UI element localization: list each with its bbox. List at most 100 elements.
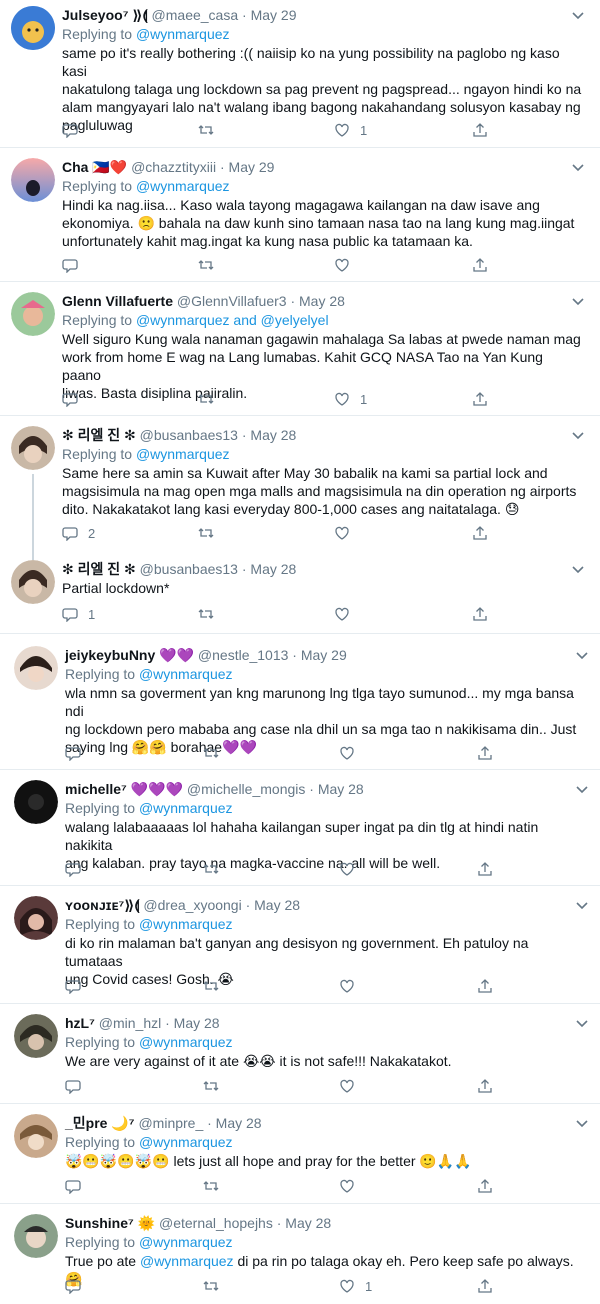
retweet-button[interactable] — [203, 1177, 219, 1195]
like-button[interactable] — [339, 744, 365, 762]
avatar[interactable] — [11, 560, 55, 604]
like-button[interactable] — [334, 256, 360, 274]
retweet-button[interactable] — [198, 390, 214, 408]
display-name[interactable]: Julseyoo⁷ ⟫⟬ — [62, 7, 148, 23]
share-button[interactable] — [477, 1277, 493, 1295]
handle-date[interactable]: @michelle_mongis · May 28 — [187, 781, 364, 797]
handle-date[interactable]: @eternal_hopejhs · May 28 — [159, 1215, 331, 1231]
retweet-button[interactable] — [203, 1077, 219, 1095]
reply-button[interactable] — [65, 860, 91, 878]
reply-button[interactable] — [62, 121, 88, 139]
tweet[interactable]: Glenn Villafuerte @GlennVillafuer3 · May… — [0, 282, 600, 416]
display-name[interactable]: Sunshine⁷ 🌞 — [65, 1215, 155, 1231]
avatar[interactable] — [14, 1114, 58, 1158]
handle-date[interactable]: @busanbaes13 · May 28 — [140, 427, 297, 443]
handle-date[interactable]: @minpre_ · May 28 — [138, 1115, 261, 1131]
share-button[interactable] — [472, 390, 488, 408]
chevron-down-icon[interactable] — [575, 1016, 589, 1030]
reply-button[interactable]: 1 — [62, 605, 95, 623]
retweet-button[interactable] — [198, 256, 214, 274]
reply-mention[interactable]: @wynmarquez — [139, 916, 233, 932]
tweet[interactable]: Cha 🇵🇭❤️ @chazztityxiii · May 29 Replyin… — [0, 148, 600, 282]
handle-date[interactable]: @maee_casa · May 29 — [152, 7, 297, 23]
share-button[interactable] — [472, 524, 488, 542]
share-button[interactable] — [477, 1077, 493, 1095]
reply-button[interactable] — [65, 1077, 91, 1095]
retweet-button[interactable] — [198, 605, 214, 623]
display-name[interactable]: Cha 🇵🇭❤️ — [62, 159, 127, 175]
chevron-down-icon[interactable] — [571, 8, 585, 22]
reply-mention[interactable]: @wynmarquez — [139, 666, 233, 682]
reply-button[interactable] — [65, 744, 91, 762]
display-name[interactable]: ✻ 리엘 진 ✻ — [62, 561, 136, 577]
avatar[interactable] — [14, 646, 58, 690]
reply-button[interactable] — [65, 1177, 91, 1195]
chevron-down-icon[interactable] — [571, 428, 585, 442]
display-name[interactable]: _민pre 🌙⁷ — [65, 1115, 135, 1131]
retweet-button[interactable] — [198, 524, 214, 542]
reply-button[interactable]: 2 — [62, 524, 95, 542]
reply-mention[interactable]: @wynmarquez — [139, 1034, 233, 1050]
tweet[interactable]: jeiykeybuNny 💜💜 @nestle_1013 · May 29 Re… — [0, 634, 600, 770]
chevron-down-icon[interactable] — [575, 648, 589, 662]
like-button[interactable]: 1 — [339, 1277, 372, 1295]
tweet[interactable]: Sunshine⁷ 🌞 @eternal_hopejhs · May 28 Re… — [0, 1204, 600, 1304]
chevron-down-icon[interactable] — [571, 160, 585, 174]
reply-button[interactable] — [62, 256, 88, 274]
reply-mention[interactable]: @wynmarquez — [139, 1234, 233, 1250]
handle-date[interactable]: @min_hzl · May 28 — [99, 1015, 220, 1031]
share-button[interactable] — [477, 977, 493, 995]
like-button[interactable]: 1 — [334, 121, 367, 139]
handle-date[interactable]: @GlennVillafuer3 · May 28 — [177, 293, 345, 309]
chevron-down-icon[interactable] — [575, 782, 589, 796]
like-button[interactable] — [339, 1077, 365, 1095]
reply-button[interactable] — [65, 1277, 91, 1295]
reply-mention[interactable]: @wynmarquez and @yelyelyel — [136, 312, 329, 328]
tweet[interactable]: _민pre 🌙⁷ @minpre_ · May 28 Replying to @… — [0, 1104, 600, 1204]
handle-date[interactable]: @nestle_1013 · May 29 — [198, 647, 347, 663]
retweet-button[interactable] — [203, 860, 219, 878]
reply-mention[interactable]: @wynmarquez — [139, 800, 233, 816]
like-button[interactable] — [339, 977, 365, 995]
like-button[interactable] — [339, 860, 365, 878]
display-name[interactable]: jeiykeybuNny 💜💜 — [65, 647, 194, 663]
display-name[interactable]: ✻ 리엘 진 ✻ — [62, 427, 136, 443]
tweet[interactable]: ʏᴏᴏɴᴊɪᴇ⁷⟫⟬ @drea_xyoongi · May 28 Replyi… — [0, 886, 600, 1004]
display-name[interactable]: ʏᴏᴏɴᴊɪᴇ⁷⟫⟬ — [65, 897, 140, 913]
retweet-button[interactable] — [198, 121, 214, 139]
handle-date[interactable]: @drea_xyoongi · May 28 — [143, 897, 300, 913]
display-name[interactable]: Glenn Villafuerte — [62, 293, 173, 309]
chevron-down-icon[interactable] — [575, 898, 589, 912]
avatar[interactable] — [14, 1214, 58, 1258]
share-button[interactable] — [472, 605, 488, 623]
reply-mention[interactable]: @wynmarquez — [136, 178, 230, 194]
share-button[interactable] — [472, 256, 488, 274]
chevron-down-icon[interactable] — [575, 1116, 589, 1130]
tweet[interactable]: ✻ 리엘 진 ✻ @busanbaes13 · May 28 Partial l… — [0, 550, 600, 634]
chevron-down-icon[interactable] — [571, 294, 585, 308]
reply-button[interactable] — [65, 977, 91, 995]
share-button[interactable] — [472, 121, 488, 139]
share-button[interactable] — [477, 1177, 493, 1195]
avatar[interactable] — [11, 292, 55, 336]
handle-date[interactable]: @chazztityxiii · May 29 — [131, 159, 274, 175]
retweet-button[interactable] — [203, 1277, 219, 1295]
tweet[interactable]: ✻ 리엘 진 ✻ @busanbaes13 · May 28 Replying … — [0, 416, 600, 560]
retweet-button[interactable] — [203, 977, 219, 995]
avatar[interactable] — [14, 896, 58, 940]
reply-mention[interactable]: @wynmarquez — [139, 1134, 233, 1150]
reply-button[interactable] — [62, 390, 88, 408]
avatar[interactable] — [14, 780, 58, 824]
display-name[interactable]: hzL⁷ — [65, 1015, 95, 1031]
share-button[interactable] — [477, 860, 493, 878]
avatar[interactable] — [11, 426, 55, 470]
reply-mention[interactable]: @wynmarquez — [136, 446, 230, 462]
like-button[interactable]: 1 — [334, 390, 367, 408]
chevron-down-icon[interactable] — [571, 562, 585, 576]
tweet[interactable]: hzL⁷ @min_hzl · May 28 Replying to @wynm… — [0, 1004, 600, 1104]
like-button[interactable] — [339, 1177, 365, 1195]
retweet-button[interactable] — [203, 744, 219, 762]
avatar[interactable] — [11, 6, 55, 50]
avatar[interactable] — [14, 1014, 58, 1058]
avatar[interactable] — [11, 158, 55, 202]
